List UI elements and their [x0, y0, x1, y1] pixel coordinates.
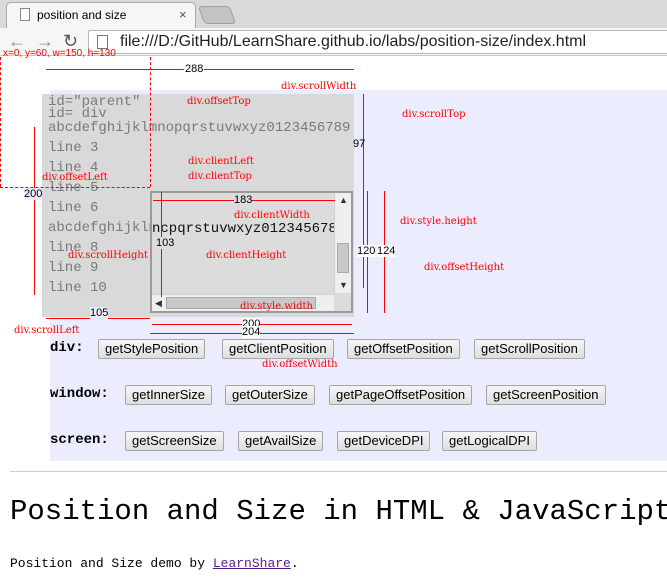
get-offset-position-button[interactable]: getOffsetPosition	[347, 339, 460, 359]
footer-prefix: Position and Size demo by	[10, 556, 213, 571]
vertical-scroll-thumb[interactable]	[337, 243, 349, 273]
scroll-width-value: 288	[184, 63, 205, 75]
get-page-offset-position-button[interactable]: getPageOffsetPosition	[329, 385, 473, 405]
get-outer-size-button[interactable]: getOuterSize	[225, 385, 315, 405]
scroll-down-icon[interactable]: ▼	[339, 280, 348, 290]
new-tab-button[interactable]	[197, 6, 237, 24]
style-height-label: div.style.height	[400, 216, 477, 227]
client-height-label: div.clientHeight	[206, 250, 287, 261]
get-screen-position-button[interactable]: getScreenPosition	[486, 385, 606, 405]
vertical-scrollbar[interactable]: ▲ ▼	[334, 193, 351, 293]
offset-left-line	[34, 127, 35, 295]
div-row-label: div:	[50, 340, 84, 356]
parent-line: line 6	[48, 200, 99, 216]
file-icon	[97, 35, 108, 49]
style-width-label: div.style.width	[240, 301, 313, 312]
overlay-right-edge	[150, 57, 151, 187]
client-width-value: 183	[234, 194, 253, 206]
offset-width-value: 204	[242, 326, 261, 338]
style-height-value: 120	[357, 245, 376, 257]
tab-strip: position and size ×	[0, 0, 667, 28]
window-row-label: window:	[50, 386, 109, 402]
parent-line: line 9	[48, 260, 99, 276]
overlay-bottom-edge	[0, 187, 150, 188]
get-avail-size-button[interactable]: getAvailSize	[238, 431, 324, 451]
divider	[10, 471, 667, 472]
scroll-left-value: 105	[90, 307, 109, 319]
url-text[interactable]: file:///D:/GitHub/LearnShare.github.io/l…	[120, 33, 586, 51]
address-bar[interactable]: file:///D:/GitHub/LearnShare.github.io/l…	[88, 30, 667, 54]
get-client-position-button[interactable]: getClientPosition	[222, 339, 334, 359]
page-content: id="parent" id= div abcdefghijklmnopqrst…	[0, 57, 667, 582]
get-scroll-position-button[interactable]: getScrollPosition	[474, 339, 585, 359]
get-logical-dpi-button[interactable]: getLogicalDPI	[442, 431, 537, 451]
client-top-label: div.clientTop	[188, 171, 252, 182]
scroll-top-value: 97	[353, 138, 366, 150]
offset-top-label: div.offsetTop	[187, 96, 251, 107]
get-device-dpi-button[interactable]: getDeviceDPI	[337, 431, 431, 451]
parent-line: line 3	[48, 140, 99, 156]
child-text: ncpqrstuvwxyz0123456789	[152, 221, 346, 237]
scroll-left-icon[interactable]: ◀	[155, 298, 162, 309]
page-title: Position and Size in HTML & JavaScript	[10, 495, 667, 528]
browser-tab[interactable]: position and size ×	[6, 2, 196, 28]
close-tab-icon[interactable]: ×	[179, 7, 187, 22]
parent-line: line 10	[48, 280, 107, 296]
offset-left-label: div.offsetLeft	[42, 172, 108, 183]
scroll-left-label: div.scrollLeft	[14, 325, 80, 336]
client-height-value: 103	[156, 237, 175, 249]
overlay-left-edge	[0, 57, 1, 187]
scroll-top-label: div.scrollTop	[402, 109, 466, 120]
offset-height-value: 124	[377, 245, 396, 257]
page-icon	[20, 8, 30, 21]
offset-width-label: div.offsetWidth	[262, 359, 338, 370]
offset-left-value: 200	[24, 188, 43, 200]
footer: Position and Size demo by LearnShare.	[10, 556, 299, 571]
client-width-label: div.clientWidth	[234, 210, 310, 221]
scroll-width-label: div.scrollWidth	[281, 81, 357, 92]
scroll-height-label: div.scrollHeight	[68, 250, 148, 261]
scroll-top-line	[363, 94, 364, 288]
tab-title: position and size	[37, 8, 127, 22]
get-style-position-button[interactable]: getStylePosition	[98, 339, 206, 359]
parent-line: abcdefghijklmnopqrstuvwxyz0123456789	[48, 120, 351, 136]
offset-height-label: div.offsetHeight	[424, 262, 505, 273]
get-inner-size-button[interactable]: getInnerSize	[125, 385, 212, 405]
screen-row-label: screen:	[50, 432, 109, 448]
scroll-up-icon[interactable]: ▲	[339, 195, 348, 205]
rect-readout: x=0, y=60, w=150, h=130	[3, 48, 116, 59]
client-left-label: div.clientLeft	[188, 156, 254, 167]
get-screen-size-button[interactable]: getScreenSize	[125, 431, 224, 451]
learnshare-link[interactable]: LearnShare	[213, 556, 291, 571]
footer-suffix: .	[290, 556, 299, 571]
